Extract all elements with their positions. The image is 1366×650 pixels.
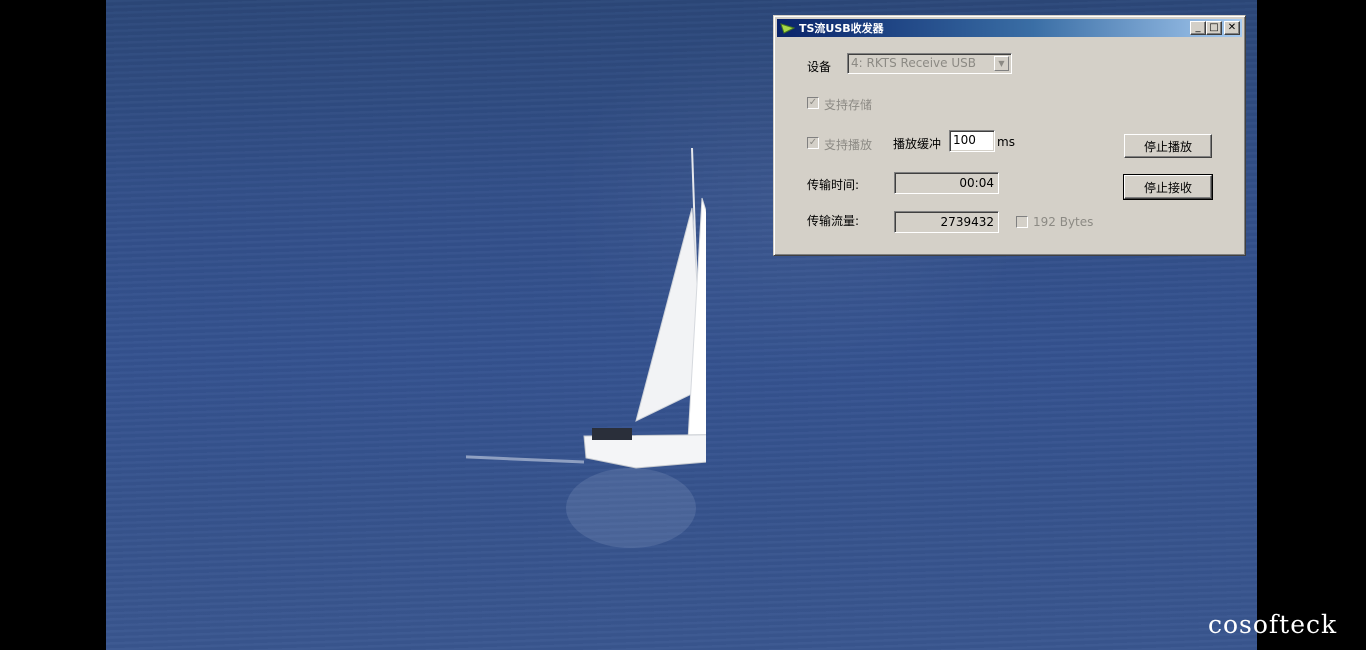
transfer-time-label: 传输时间: [807, 178, 860, 192]
chevron-down-icon[interactable]: ▼ [994, 56, 1009, 71]
transfer-flow-readout: 2739432 [894, 211, 999, 233]
watermark-text: cosofteck [1208, 610, 1338, 639]
screen: cosofteck TS流USB收发器 _ □ ✕ 设备 4: RKTS Rec… [0, 0, 1366, 650]
play-buffer-value: 100 [953, 133, 976, 147]
transfer-time-readout: 00:04 [894, 172, 999, 194]
stop-receive-button[interactable]: 停止接收 [1123, 174, 1213, 200]
bytes-192-label: 192 Bytes [1033, 215, 1094, 229]
support-play-checkbox[interactable]: ✓ [807, 137, 819, 149]
maximize-button[interactable]: □ [1206, 21, 1222, 35]
device-select-value: 4: RKTS Receive USB [851, 56, 976, 70]
maximize-icon: □ [1209, 22, 1219, 33]
close-icon: ✕ [1227, 22, 1237, 33]
support-storage-checkbox[interactable]: ✓ [807, 97, 819, 109]
support-storage-label: 支持存储 [824, 98, 873, 112]
transfer-flow-label: 传输流量: [807, 214, 860, 228]
play-buffer-input[interactable]: 100 [949, 130, 995, 152]
support-play-label: 支持播放 [824, 138, 873, 152]
title-bar[interactable]: TS流USB收发器 _ □ ✕ [777, 19, 1242, 37]
bytes-192-checkbox[interactable] [1016, 216, 1028, 228]
minimize-icon: _ [1195, 22, 1201, 33]
window-title: TS流USB收发器 [799, 22, 884, 35]
device-select[interactable]: 4: RKTS Receive USB ▼ [847, 53, 1012, 74]
usb-receiver-dialog: TS流USB收发器 _ □ ✕ 设备 4: RKTS Receive USB ▼… [773, 15, 1246, 256]
stop-play-button[interactable]: 停止播放 [1124, 134, 1212, 158]
transfer-flow-value: 2739432 [940, 215, 994, 229]
transfer-time-value: 00:04 [959, 176, 994, 190]
play-buffer-label: 播放缓冲 [893, 137, 942, 151]
sailboat-image [466, 147, 706, 548]
minimize-button[interactable]: _ [1190, 21, 1206, 35]
play-buffer-unit: ms [997, 135, 1015, 149]
satellite-dish-icon [780, 23, 796, 34]
device-label: 设备 [807, 60, 832, 74]
close-button[interactable]: ✕ [1224, 21, 1240, 35]
